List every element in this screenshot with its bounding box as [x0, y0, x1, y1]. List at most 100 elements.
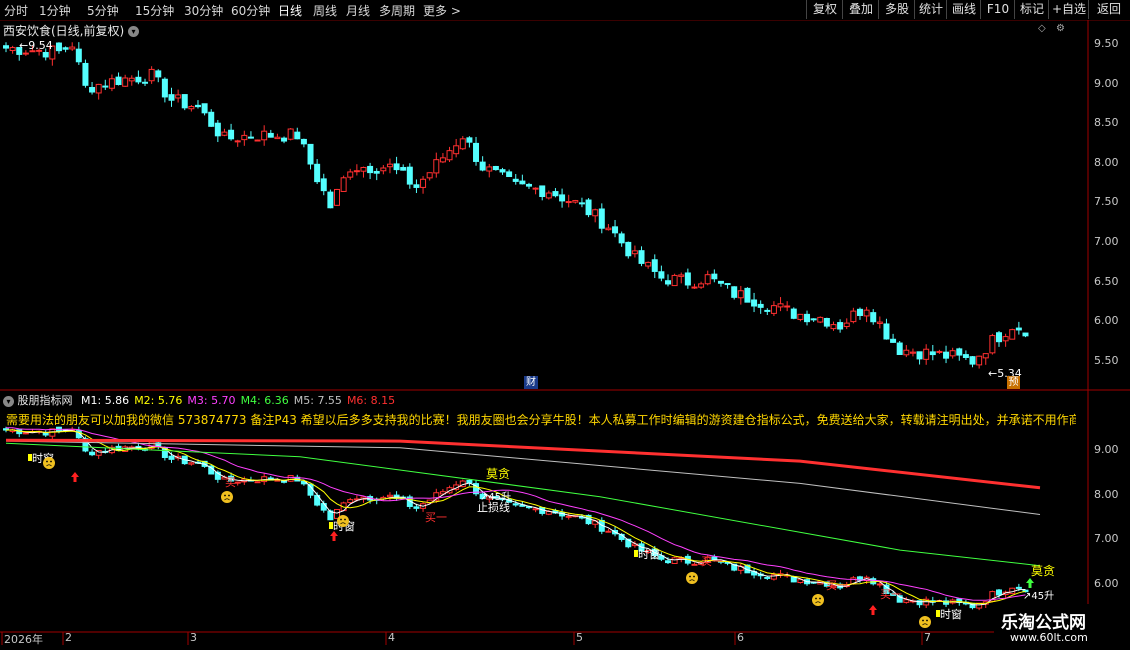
candle-body	[42, 52, 49, 58]
long-ma-line	[5, 440, 1041, 515]
candle-body	[976, 355, 983, 366]
candle-body	[612, 226, 619, 234]
candle-body	[380, 167, 387, 172]
candle-body	[62, 47, 69, 50]
date-tick: 2	[65, 631, 72, 644]
candle-body	[115, 76, 122, 86]
candle-body	[790, 308, 797, 319]
candle-body	[870, 312, 877, 323]
do-not-be-greedy-label: 莫贪	[1031, 563, 1055, 578]
candle-body	[413, 184, 420, 188]
candle-body	[731, 286, 738, 298]
candle-body	[194, 104, 201, 108]
date-tick: 5	[576, 631, 583, 644]
candle-body	[903, 599, 910, 603]
price-tick: 8.00	[1094, 155, 1119, 169]
buy-one-label: 买一	[826, 579, 848, 592]
candle-body	[909, 351, 916, 354]
indicator-name: 股朋指标网	[17, 394, 73, 407]
candle-body	[764, 576, 771, 579]
buy-arrow-icon	[869, 605, 877, 615]
forecast-marker[interactable]: 预	[1007, 376, 1020, 389]
candle-body	[962, 354, 969, 358]
candle-body	[764, 309, 771, 312]
candle-body	[512, 503, 519, 506]
finance-marker[interactable]: 财	[524, 376, 538, 389]
candle-body	[353, 170, 360, 173]
indicator-tick: 9.00	[1094, 443, 1119, 456]
candle-body	[439, 157, 446, 163]
candle-body	[135, 76, 142, 83]
candle-body	[506, 171, 513, 178]
high-price-value: 9.54	[28, 39, 53, 52]
candle-body	[433, 159, 440, 174]
candle-body	[102, 85, 109, 88]
ma-legend-item: M3: 5.70	[187, 394, 236, 407]
candle-body	[532, 187, 539, 190]
candle-body	[347, 499, 354, 504]
date-tick: 4	[388, 631, 395, 644]
notice-text: 需要用法的朋友可以加我的微信 573874773 备注P43 希望以后多多支持我…	[6, 413, 1076, 427]
candle-body	[360, 166, 367, 172]
candle-body	[426, 172, 433, 179]
ma-line	[5, 427, 1026, 601]
candle-body	[155, 70, 162, 78]
candle-body	[929, 351, 936, 356]
candle-body	[850, 310, 857, 323]
candle-body	[996, 332, 1002, 343]
buy-one-label: 买一	[880, 588, 902, 601]
candle-body	[75, 48, 82, 63]
candlestick-chart[interactable]: 时窗时窗时窗时窗买一买一买一买一买一莫贪莫贪止损线↗45升↗45升	[0, 0, 1130, 650]
candle-body	[724, 283, 731, 286]
candle-body	[294, 131, 301, 140]
candle-body	[804, 313, 811, 323]
candle-body	[247, 136, 254, 139]
price-tick: 9.50	[1094, 37, 1119, 50]
candle-body	[651, 259, 658, 272]
candle-body	[161, 78, 168, 98]
candle-body	[473, 142, 480, 162]
price-tick: 8.50	[1094, 116, 1119, 130]
candle-body	[757, 303, 764, 308]
buy-one-label: 买一	[225, 476, 247, 489]
candle-body	[69, 46, 76, 50]
candle-body	[890, 338, 897, 343]
candle-body	[658, 271, 665, 279]
candle-body	[691, 286, 698, 289]
candle-body	[307, 483, 314, 496]
candle-body	[188, 106, 195, 110]
sad-face-icon	[43, 457, 55, 469]
ma-line	[5, 429, 1026, 605]
chevron-down-icon[interactable]: ▾	[3, 395, 14, 407]
candle-body	[168, 455, 175, 460]
candle-body	[95, 83, 102, 94]
sad-face-icon	[686, 572, 698, 584]
candle-body	[916, 351, 923, 360]
candle-body	[936, 350, 943, 353]
candle-body	[665, 560, 671, 564]
sad-face-icon	[337, 515, 349, 527]
candle-body	[261, 130, 268, 141]
candle-body	[22, 52, 29, 55]
date-tick: 2026年	[4, 633, 43, 646]
price-tick: 6.50	[1094, 274, 1119, 288]
candle-body	[89, 451, 96, 456]
candle-body	[287, 128, 294, 140]
time-window-label: 时窗	[940, 607, 962, 621]
price-tick: 7.00	[1094, 235, 1119, 248]
candle-body	[989, 335, 996, 354]
candle-body	[406, 166, 413, 185]
candle-body	[605, 530, 612, 533]
price-tick: 5.50	[1094, 353, 1119, 367]
candle-body	[631, 250, 638, 255]
candle-body	[737, 290, 744, 299]
candle-body	[82, 62, 89, 86]
candle-body	[784, 305, 791, 308]
candle-body	[856, 308, 863, 316]
candle-body	[578, 202, 585, 205]
date-tick: 7	[924, 631, 931, 644]
candle-body	[883, 323, 890, 340]
candle-body	[625, 241, 632, 257]
candle-body	[943, 351, 950, 359]
candle-body	[413, 506, 420, 509]
